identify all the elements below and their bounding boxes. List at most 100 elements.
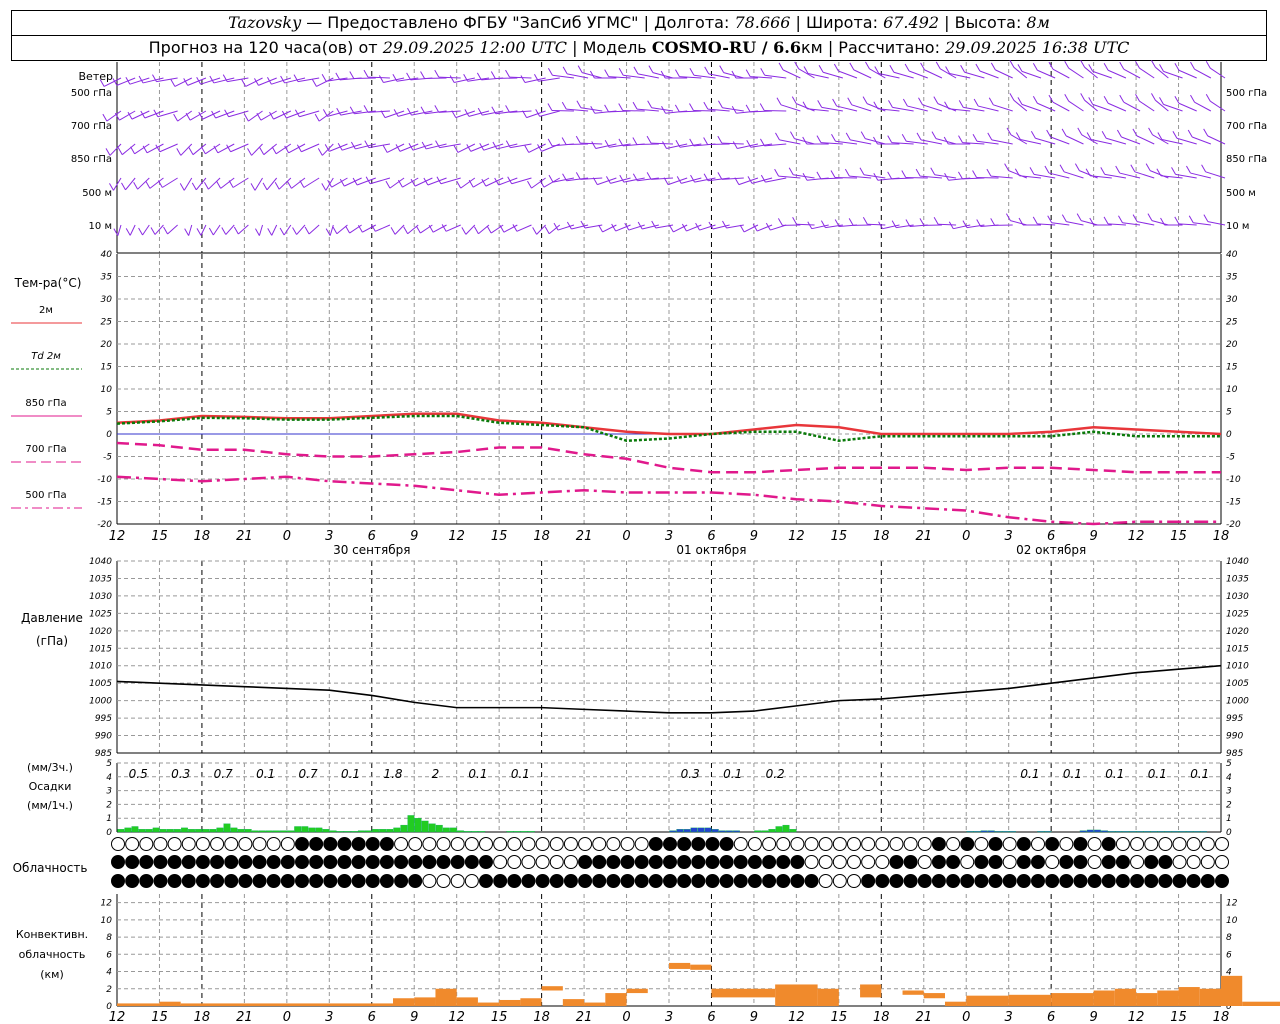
wind-barb-flag xyxy=(859,167,865,176)
wind-barb-flag xyxy=(520,75,526,83)
wind-barb xyxy=(414,177,433,187)
cloud-cover-symbol xyxy=(861,837,876,851)
pressure-tick-right: 1005 xyxy=(1226,679,1249,689)
wind-barb-flag xyxy=(117,147,123,155)
wind-barb xyxy=(455,110,476,119)
time-tick-label: 21 xyxy=(915,1010,932,1024)
time-tick-label: 6 xyxy=(1047,529,1055,544)
time-tick-label: 0 xyxy=(962,1010,970,1024)
precip-bar xyxy=(216,827,224,833)
wind-barb-flag xyxy=(1145,163,1151,171)
cloud-cover-symbol xyxy=(1158,855,1173,869)
conv-tick-left: 6 xyxy=(106,950,112,960)
convective-bar xyxy=(1093,990,1115,1006)
cloud-cover-symbol xyxy=(379,855,394,869)
wind-barb-flag xyxy=(933,216,939,225)
wind-barb xyxy=(516,224,532,232)
wind-barb xyxy=(1194,68,1212,79)
cloud-cover-symbol xyxy=(1186,837,1201,851)
cloud-cover-symbol xyxy=(946,855,961,869)
wind-barb-flag xyxy=(247,148,252,156)
convective-bar xyxy=(414,997,436,1006)
time-tick-label: 0 xyxy=(622,529,630,544)
wind-barb xyxy=(1163,103,1183,112)
cloud-cover-symbol xyxy=(889,837,904,851)
time-tick-label: 15 xyxy=(151,1010,168,1024)
precip-tick-right: 1 xyxy=(1226,814,1232,824)
precip-bar xyxy=(138,829,146,833)
wind-barb xyxy=(420,224,433,234)
wind-barb-flag xyxy=(1061,128,1067,137)
wind-barb-flag xyxy=(322,109,328,117)
precip-bar xyxy=(372,829,379,833)
wind-barb-flag xyxy=(547,103,553,111)
wind-barb xyxy=(1050,136,1070,145)
wind-barb xyxy=(167,224,178,235)
time-tick-label: 12 xyxy=(1128,1010,1145,1024)
time-tick-label: 21 xyxy=(236,529,253,544)
cloud-cover-symbol xyxy=(153,874,168,888)
cloud-cover-symbol xyxy=(507,855,522,869)
time-tick-label: 12 xyxy=(1128,529,1145,544)
precip-label: 0.5 xyxy=(129,767,148,781)
wind-barb xyxy=(1068,100,1084,112)
precip-bar xyxy=(244,829,252,833)
wind-barb xyxy=(329,224,334,236)
wind-barb xyxy=(263,143,278,156)
cloud-cover-symbol xyxy=(337,874,352,888)
cloud-cover-symbol xyxy=(762,855,777,869)
cloud-cover-symbol xyxy=(394,855,409,869)
temp-tick-left: 0 xyxy=(106,430,112,440)
wind-barb-flag xyxy=(449,75,455,83)
wind-barb-flag xyxy=(1151,93,1156,101)
precip-bar xyxy=(124,827,132,833)
wind-barb-flag xyxy=(421,141,427,150)
convective-bar xyxy=(1242,1001,1280,1006)
wind-barb xyxy=(866,103,886,112)
wind-barb-flag xyxy=(633,66,639,75)
wind-barb-flag xyxy=(524,145,530,153)
wind-barb-flag xyxy=(973,98,979,107)
wind-barb-flag xyxy=(271,146,277,155)
cloud-cover-symbol xyxy=(677,874,692,888)
cloud-cover-symbol xyxy=(762,837,777,851)
cloud-cover-symbol xyxy=(931,837,946,851)
wind-barb-flag xyxy=(788,167,794,176)
cloud-cover-symbol xyxy=(1073,837,1088,851)
precip-bar xyxy=(258,830,266,833)
precip-tick-right: 3 xyxy=(1226,787,1232,797)
precip-label: 0.1 xyxy=(468,767,487,781)
cloud-cover-symbol xyxy=(648,855,663,869)
cloud-cover-symbol xyxy=(210,855,225,869)
convective-bar xyxy=(1221,975,1243,1006)
wind-barb-flag xyxy=(453,145,459,153)
wind-barb-flag xyxy=(1064,93,1070,102)
wind-barb-flag xyxy=(208,227,214,236)
wind-barb-flag xyxy=(176,148,182,156)
wind-barb xyxy=(232,177,249,188)
pressure-tick-right: 1020 xyxy=(1226,627,1249,637)
wind-barb xyxy=(1065,135,1084,145)
cloud-cover-symbol xyxy=(634,837,649,851)
wind-barb-flag xyxy=(188,147,194,155)
precip-bar xyxy=(280,830,287,833)
temp-tick-right: 30 xyxy=(1226,295,1238,305)
cloud-cover-symbol xyxy=(1115,855,1130,869)
precip-tick-right: 4 xyxy=(1226,773,1232,783)
wind-barb-flag xyxy=(972,134,978,142)
precip-bar xyxy=(775,826,783,833)
wind-barb-flag xyxy=(575,172,581,180)
precip-bar xyxy=(478,831,486,833)
precip-bar xyxy=(1185,831,1193,833)
wind-barb-flag xyxy=(406,72,412,81)
wind-barb-flag xyxy=(228,180,234,188)
wind-barb-flag xyxy=(674,104,680,113)
wind-barb xyxy=(1123,68,1141,79)
convective-bar xyxy=(966,995,1009,1006)
precip-label: 0.2 xyxy=(766,767,785,781)
cloud-cover-symbol xyxy=(479,874,493,888)
wind-barb xyxy=(273,110,292,120)
precip-label: 0.1 xyxy=(1063,767,1082,781)
time-tick-label: 9 xyxy=(1089,529,1097,544)
precip-bar xyxy=(768,829,776,833)
